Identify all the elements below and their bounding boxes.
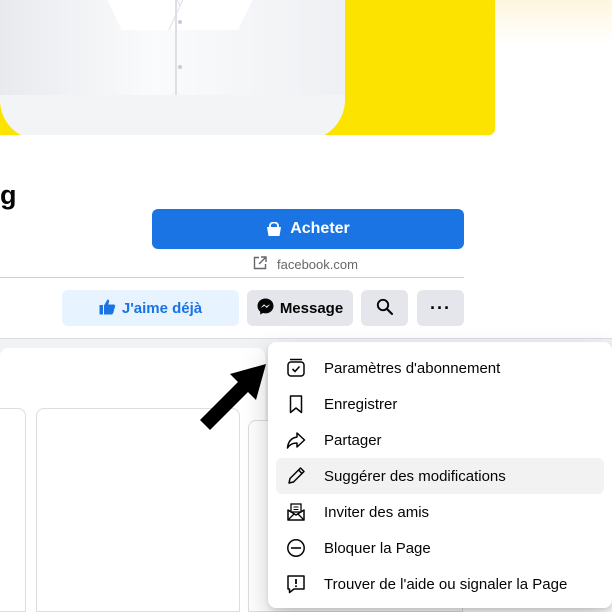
report-icon [284, 572, 308, 596]
page-name: g [0, 180, 17, 210]
subscription-settings-icon [284, 356, 308, 380]
menu-item-suggest-edits[interactable]: Suggérer des modifications [276, 458, 604, 494]
menu-item-label: Partager [324, 431, 382, 449]
like-button-label: J'aime déjà [121, 299, 203, 317]
share-icon [284, 428, 308, 452]
search-icon [376, 298, 394, 319]
menu-item-label: Enregistrer [324, 395, 398, 413]
page-options-menu: Paramètres d'abonnement Enregistrer Part… [268, 342, 612, 608]
cover-photo[interactable] [0, 0, 495, 135]
menu-item-label: Bloquer la Page [324, 539, 431, 557]
more-options-label: ··· [430, 297, 451, 318]
menu-item-find-help-report[interactable]: Trouver de l'aide ou signaler la Page [276, 566, 604, 602]
menu-item-label: Trouver de l'aide ou signaler la Page [324, 575, 568, 593]
message-button-label: Message [279, 299, 344, 317]
block-icon [284, 536, 308, 560]
buy-button-label: Acheter [290, 220, 350, 237]
shopping-bag-icon [266, 221, 282, 236]
messenger-icon [257, 298, 274, 319]
content-card [0, 408, 26, 612]
website-link[interactable]: facebook.com [253, 255, 358, 273]
thumbs-up-icon [99, 298, 116, 319]
pencil-icon [284, 464, 308, 488]
menu-item-label: Inviter des amis [324, 503, 430, 521]
menu-item-save[interactable]: Enregistrer [276, 386, 604, 422]
menu-item-subscription-settings[interactable]: Paramètres d'abonnement [276, 350, 604, 386]
like-button[interactable]: J'aime déjà [62, 290, 239, 326]
cover-person [0, 0, 345, 135]
website-text: facebook.com [277, 256, 358, 272]
content-card [36, 408, 240, 612]
menu-item-share[interactable]: Partager [276, 422, 604, 458]
more-options-button[interactable]: ··· [417, 290, 464, 326]
menu-item-invite-friends[interactable]: Inviter des amis [276, 494, 604, 530]
divider [0, 277, 464, 278]
pointer-arrow-icon [200, 364, 266, 430]
buy-button[interactable]: Acheter [152, 209, 464, 249]
external-link-icon [253, 255, 267, 273]
menu-item-block-page[interactable]: Bloquer la Page [276, 530, 604, 566]
menu-item-label: Paramètres d'abonnement [324, 359, 501, 377]
menu-item-label: Suggérer des modifications [324, 467, 506, 485]
bookmark-icon [284, 392, 308, 416]
message-button[interactable]: Message [247, 290, 353, 326]
search-button[interactable] [361, 290, 408, 326]
invite-envelope-icon [284, 500, 308, 524]
